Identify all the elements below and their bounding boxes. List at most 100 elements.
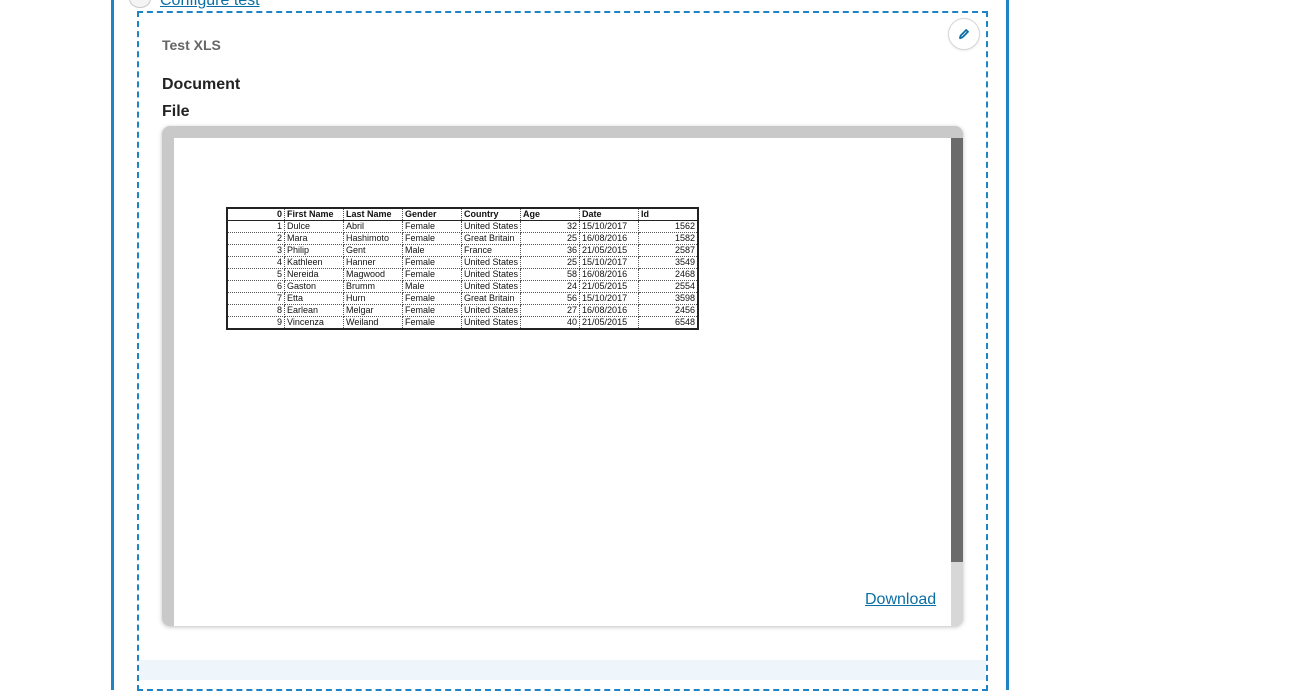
configure-test-link[interactable]: Configure test [160,0,260,10]
sheet-cell: United States [460,280,522,293]
sheet-cell: 15/10/2017 [579,292,640,305]
document-label: Document [162,76,241,93]
sheet-cell: 27 [520,304,581,317]
sheet-cell: United States [460,268,522,281]
sheet-cell: 32 [520,220,581,233]
sheet-cell: Etta [284,292,344,305]
sheet-cell: Female [402,316,462,330]
sheet-cell: 25 [520,232,581,245]
download-link[interactable]: Download [865,591,936,609]
sheet-cell: United States [460,220,522,233]
sheet-header-cell: 0 [226,207,285,221]
sheet-cell: 6 [226,280,285,293]
sheet-cell: 16/08/2016 [579,232,640,245]
sheet-cell: 9 [226,316,285,330]
sheet-row: 6 Gaston Brumm Male United States 24 21/05/201… [226,280,699,293]
sheet-cell: Male [402,244,462,257]
sheet-cell: 6548 [638,316,699,330]
viewer-scrollbar-thumb[interactable] [951,138,963,562]
sheet-cell: Female [402,292,462,305]
sheet-cell: 3549 [638,256,699,269]
sheet-row: 9 Vincenza Weiland Female United States 40 21/… [226,316,699,330]
sheet-cell: 36 [520,244,581,257]
sheet-cell: 21/05/2015 [579,280,640,293]
sheet-cell: Brumm [343,280,403,293]
sheet-cell: 2 [226,232,285,245]
sheet-row: 3 Philip Gent Male France 36 21/05/2015 2587 [226,244,699,257]
sheet-cell: 40 [520,316,581,330]
sheet-cell: 2587 [638,244,699,257]
sheet-header-cell: First Name [284,207,344,221]
sheet-cell: Gaston [284,280,344,293]
sheet-row: 7 Etta Hurn Female Great Britain 56 15/10/2017… [226,292,699,305]
sheet-cell: Melgar [343,304,403,317]
pencil-icon [959,29,969,40]
sheet-cell: 2468 [638,268,699,281]
sheet-cell: 15/10/2017 [579,256,640,269]
sheet-header-cell: Country [460,207,522,221]
sheet-cell: 58 [520,268,581,281]
sheet-cell: 3 [226,244,285,257]
sheet-header-cell: Age [520,207,581,221]
sheet-cell: 8 [226,304,285,317]
sheet-cell: Dulce [284,220,344,233]
sheet-cell: 1562 [638,220,699,233]
sheet-header-row: 0 First Name Last Name Gender Country Ag… [226,207,699,221]
sheet-header-cell: Date [579,207,640,221]
sheet-header-cell: Id [638,207,699,221]
sheet-cell: 1582 [638,232,699,245]
document-page: 0 First Name Last Name Gender Country Ag… [174,138,951,626]
sheet-cell: Female [402,268,462,281]
edit-button[interactable] [948,18,980,50]
document-viewer[interactable]: 0 First Name Last Name Gender Country Ag… [162,126,963,626]
sheet-cell: 4 [226,256,285,269]
sheet-cell: Female [402,232,462,245]
sheet-row: 1 Dulce Abril Female United States 32 15/10/20… [226,220,699,233]
sheet-cell: Earlean [284,304,344,317]
sheet-cell: 2554 [638,280,699,293]
sheet-cell: Weiland [343,316,403,330]
sheet-cell: United States [460,304,522,317]
sheet-row: 5 Nereida Magwood Female United States 58 16/0… [226,268,699,281]
sheet-cell: Gent [343,244,403,257]
sheet-row: 2 Mara Hashimoto Female Great Britain 25 16/08… [226,232,699,245]
file-label: File [162,103,190,120]
sheet-cell: United States [460,316,522,330]
sheet-cell: 21/05/2015 [579,316,640,330]
sheet-cell: 16/08/2016 [579,268,640,281]
sheet-cell: Great Britain [460,232,522,245]
sheet-cell: Vincenza [284,316,344,330]
sheet-cell: 24 [520,280,581,293]
sheet-cell: Kathleen [284,256,344,269]
sheet-row: 4 Kathleen Hanner Female United States 25 15/1… [226,256,699,269]
sheet-cell: France [460,244,522,257]
sheet-cell: Philip [284,244,344,257]
sheet-cell: 7 [226,292,285,305]
sheet-header-cell: Last Name [343,207,403,221]
sheet-cell: Abril [343,220,403,233]
sheet-cell: 15/10/2017 [579,220,640,233]
sheet-cell: Hurn [343,292,403,305]
sheet-cell: 3598 [638,292,699,305]
sheet-cell: Hanner [343,256,403,269]
sheet-cell: 16/08/2016 [579,304,640,317]
sheet-cell: Nereida [284,268,344,281]
sheet-row: 8 Earlean Melgar Female United States 27 16/08… [226,304,699,317]
sheet-cell: Mara [284,232,344,245]
sheet-cell: 1 [226,220,285,233]
block-title: Test XLS [162,37,221,53]
sheet-cell: Female [402,220,462,233]
sheet-cell: Male [402,280,462,293]
sheet-cell: 2456 [638,304,699,317]
sheet-cell: Hashimoto [343,232,403,245]
sheet-header-cell: Gender [402,207,462,221]
sheet-cell: Female [402,256,462,269]
sheet-cell: United States [460,256,522,269]
sheet-cell: Magwood [343,268,403,281]
spreadsheet-preview: 0 First Name Last Name Gender Country Ag… [226,207,700,330]
sheet-cell: 5 [226,268,285,281]
sheet-cell: 56 [520,292,581,305]
sheet-cell: Great Britain [460,292,522,305]
sheet-cell: Female [402,304,462,317]
sheet-cell: 21/05/2015 [579,244,640,257]
